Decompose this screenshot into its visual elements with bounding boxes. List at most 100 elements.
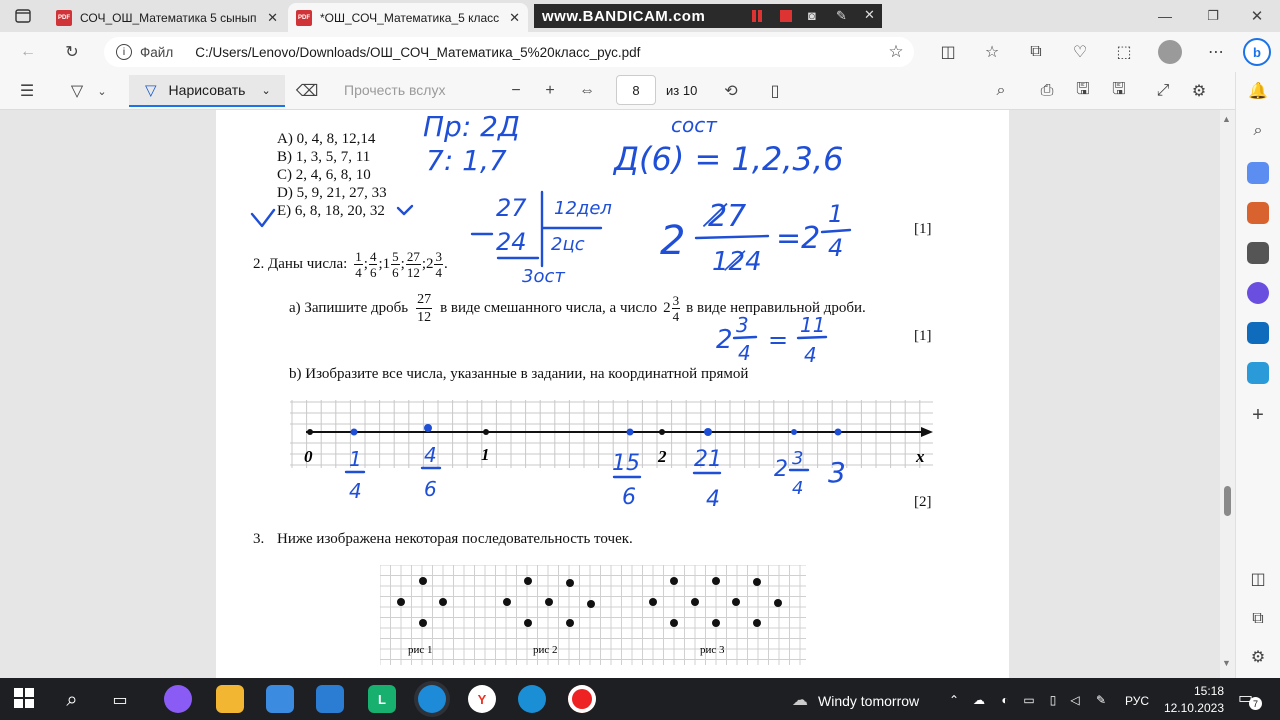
chevron-down-icon[interactable]: ⌄ [261,84,270,97]
screenshot-icon[interactable]: ⬚ [1112,40,1136,64]
restore-icon[interactable]: ❐ [1198,6,1228,26]
taskbar-search-icon[interactable]: ⌕ [58,686,86,714]
draw-pen-icon: ▽ [145,82,157,99]
pause-icon[interactable] [752,10,756,22]
clock[interactable]: 15:18 12.10.2023 [1160,683,1224,717]
zoom-out-icon[interactable]: − [506,80,526,102]
volume-icon[interactable]: ◁ [1066,690,1084,710]
rotate-icon[interactable]: ⟲ [720,80,742,102]
notification-count: 7 [1249,697,1262,710]
split-screen-icon[interactable]: ◫ [936,40,960,64]
notifications-bell-icon[interactable]: 🔔 [1247,80,1269,102]
maps-icon[interactable] [518,685,546,713]
edge-icon[interactable] [418,685,446,713]
sidebar-settings-icon[interactable]: ⚙ [1247,646,1269,668]
profile-avatar[interactable] [1158,40,1182,64]
ink-line-4: Д(6) = 1,2,3,6 [612,140,843,178]
performance-icon[interactable]: ♡ [1068,40,1092,64]
eraser-icon[interactable]: ⌫ [296,80,319,102]
close-tab-icon[interactable]: ✕ [267,10,278,26]
record-icon[interactable] [568,685,596,713]
scroll-up-icon[interactable]: ▲ [1222,114,1231,124]
favorite-star-icon[interactable]: ☆ [884,40,908,64]
save-icon[interactable]: 🖫 [1072,80,1094,102]
print-icon[interactable]: ⎙ [1036,80,1058,102]
task-view-icon[interactable]: ▭ [106,686,134,714]
weather-icon[interactable]: ☁ [788,688,812,712]
close-tab-icon[interactable]: ✕ [509,10,520,26]
file-explorer-icon[interactable] [216,685,244,713]
copilot-icon[interactable]: b [1243,38,1271,66]
chevron-up-icon[interactable]: ⌃ [946,690,962,710]
ink-axis-marks [350,424,842,436]
headset-icon[interactable]: ◐ [996,690,1014,710]
refresh-icon[interactable]: ↻ [60,40,84,64]
tools-icon[interactable] [1247,202,1269,224]
back-icon[interactable]: ← [16,40,40,64]
pen-icon[interactable]: ✎ [1092,690,1110,710]
url-box[interactable]: i Файл C:/Users/Lenovo/Downloads/ОШ_СОЧ_… [104,37,914,67]
yandex-icon[interactable]: Y [468,685,496,713]
open-external-icon[interactable]: ⧉ [1247,608,1269,630]
highlight-icon[interactable]: ▽ [66,80,88,102]
tab-strip: PDF СОЧ_ОШ_Математика 5 сынып ✕ PDF *ОШ_… [0,0,1280,32]
svg-text:27: 27 [496,194,527,222]
scroll-down-icon[interactable]: ▼ [1222,658,1231,668]
zoom-in-icon[interactable]: + [540,80,560,102]
weather-text[interactable]: Windy tomorrow [818,693,919,709]
telegram-icon[interactable] [1247,362,1269,384]
stop-icon[interactable] [780,10,792,22]
mail-icon[interactable] [316,685,344,713]
save-as-icon[interactable]: 🖫 [1108,80,1130,102]
camera-icon[interactable]: ◙ [808,8,816,23]
microsoft365-icon[interactable] [1247,282,1269,304]
collections-icon[interactable]: ⧉ [1024,40,1048,64]
notification-center[interactable]: ▭ 7 [1238,688,1262,710]
battery-icon[interactable]: ▭ [1020,690,1038,710]
fullscreen-icon[interactable]: ⤢ [1152,80,1174,102]
draw-button[interactable]: ▽ Нарисовать ⌄ [129,75,285,107]
favorites-icon[interactable]: ☆ [980,40,1004,64]
page-number-input[interactable]: 8 [616,75,656,105]
store-icon[interactable] [266,685,294,713]
shopping-icon[interactable] [1247,162,1269,184]
pencil-icon[interactable]: ✎ [836,8,847,24]
more-menu-icon[interactable]: ⋯ [1204,40,1228,64]
url-text[interactable]: C:/Users/Lenovo/Downloads/ОШ_СОЧ_Математ… [195,45,640,60]
recorder-overlay: www.BANDICAM.com ◙ ✎ ✕ [534,4,882,28]
windows-start-icon[interactable] [14,688,34,708]
pdf-page: A) 0, 4, 8, 12,14 B) 1, 3, 5, 7, 11 C) 2… [216,110,1009,678]
minimize-icon[interactable]: — [1150,6,1180,26]
page-view-icon[interactable]: ▯ [764,80,786,102]
svg-text:1: 1 [349,447,362,471]
scrollbar[interactable]: ▲ ▼ [1220,110,1235,678]
chevron-down-icon[interactable]: ⌄ [94,80,110,102]
tab-actions-icon[interactable] [12,7,34,25]
settings-gear-icon[interactable]: ⚙ [1188,80,1210,102]
tab-2[interactable]: PDF *ОШ_СОЧ_Математика_5 класс ✕ [288,3,528,32]
sidebar-layout-icon[interactable]: ◫ [1247,568,1269,590]
outlook-icon[interactable] [1247,322,1269,344]
contents-icon[interactable]: ☰ [16,80,38,102]
games-icon[interactable] [1247,242,1269,264]
app-l-icon[interactable]: L [368,685,396,713]
watermark: www.BANDICAM.com [542,7,706,25]
tab-1[interactable]: PDF СОЧ_ОШ_Математика 5 сынып ✕ [48,3,286,32]
language-indicator[interactable]: РУС [1125,694,1149,708]
network-icon[interactable]: ▯ [1044,690,1062,710]
close-icon[interactable]: ✕ [864,7,875,23]
cloud-sync-icon[interactable]: ☁ [970,690,988,710]
fit-page-icon[interactable]: ⇔ [576,80,598,102]
search-icon[interactable]: ⌕ [990,80,1012,102]
close-window-icon[interactable]: ✕ [1242,6,1272,26]
pdf-icon: PDF [296,9,312,26]
svg-text:=: = [768,326,788,354]
add-sidebar-icon[interactable]: + [1247,404,1269,426]
copilot-app-icon[interactable] [164,685,192,713]
scrollbar-thumb[interactable] [1224,486,1231,516]
info-icon[interactable]: i [116,44,132,60]
sidebar-search-icon[interactable]: ⌕ [1247,120,1269,142]
read-aloud-button[interactable]: Прочесть вслух [344,82,445,98]
svg-text:3: 3 [792,448,803,469]
svg-text:2: 2 [716,325,733,355]
